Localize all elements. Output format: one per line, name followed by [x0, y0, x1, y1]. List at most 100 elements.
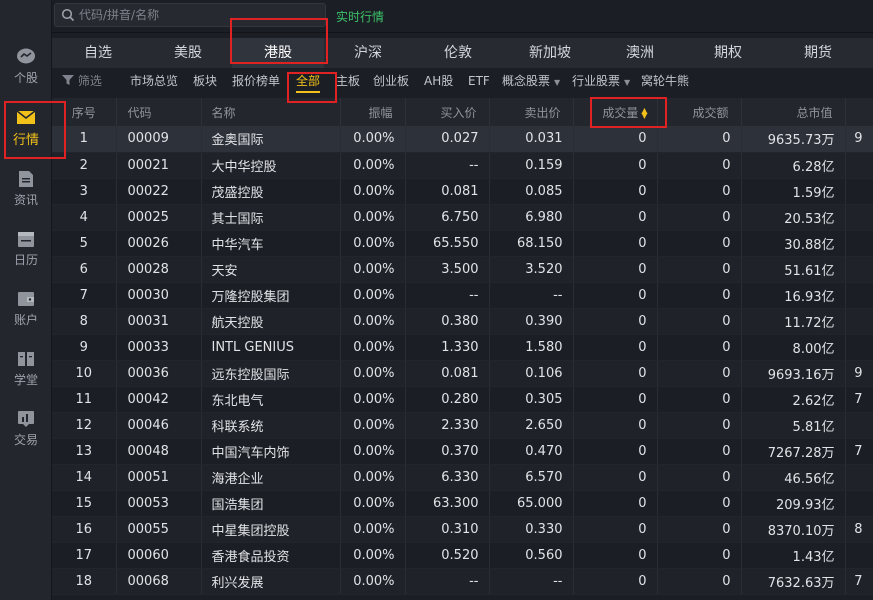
- sidebar-item-market[interactable]: 行情: [0, 106, 52, 162]
- search-input[interactable]: [79, 6, 319, 24]
- table-row[interactable]: 15 00053 国浩集团 0.00% 63.300 65.000 0 0 209.93亿: [52, 490, 873, 517]
- cell-market-cap: 8.00亿: [741, 334, 846, 361]
- table-row[interactable]: 8 00031 航天控股 0.00% 0.380 0.390 0 0 11.72亿: [52, 308, 873, 335]
- cell-index: 18: [52, 568, 117, 595]
- sidebar-item-calendar[interactable]: 日历: [0, 228, 52, 284]
- col-header-code[interactable]: 代码: [116, 98, 202, 126]
- cell-amplitude: 0.00%: [340, 568, 406, 595]
- sidebar-item-news[interactable]: 资讯: [0, 168, 52, 224]
- cell-name: 香港食品投资: [201, 542, 341, 569]
- sidebar-item-label: 个股: [13, 71, 38, 85]
- sidebar-item-learn[interactable]: 学堂: [0, 348, 52, 404]
- chat-bubble-icon: [17, 48, 35, 64]
- sidebar-item-trade[interactable]: 交易: [0, 408, 52, 464]
- cell-amplitude: 0.00%: [340, 282, 406, 309]
- sidebar-item-account[interactable]: 账户: [0, 288, 52, 344]
- table-row[interactable]: 6 00028 天安 0.00% 3.500 3.520 0 0 51.61亿: [52, 256, 873, 283]
- cell-bid: 0.081: [405, 178, 490, 205]
- table-row[interactable]: 9 00033 INTL GENIUS 0.00% 1.330 1.580 0 0 8.00亿: [52, 334, 873, 361]
- cell-code: 00033: [116, 334, 202, 361]
- cell-amplitude: 0.00%: [340, 256, 406, 283]
- col-header-volume[interactable]: 成交量 ▲ ▼: [573, 98, 658, 126]
- cell-market-cap: 9635.73万: [741, 126, 846, 153]
- cell-name: 天安: [201, 256, 341, 283]
- cell-ask: 0.106: [489, 360, 574, 387]
- cell-name: 万隆控股集团: [201, 282, 341, 309]
- cell-volume: 0: [573, 568, 658, 595]
- cell-name: 中华汽车: [201, 230, 341, 257]
- table-row[interactable]: 10 00036 远东控股国际 0.00% 0.081 0.106 0 0 9693.16万 9: [52, 360, 873, 387]
- cell-volume: 0: [573, 542, 658, 569]
- cell-market-cap: 7267.28万: [741, 438, 846, 465]
- cell-bid: 0.027: [405, 126, 490, 153]
- cell-code: 00046: [116, 412, 202, 439]
- tab-options[interactable]: 期权: [684, 38, 772, 68]
- col-header-index[interactable]: 序号: [52, 98, 117, 126]
- cell-bid: 0.280: [405, 386, 490, 413]
- tab-australia[interactable]: 澳洲: [596, 38, 684, 68]
- tab-sh-sz[interactable]: 沪深: [324, 38, 412, 68]
- col-header-market-cap[interactable]: 总市值: [741, 98, 846, 126]
- table-row[interactable]: 12 00046 科联系统 0.00% 2.330 2.650 0 0 5.81亿: [52, 412, 873, 439]
- cell-index: 4: [52, 204, 117, 231]
- subtab-main-board[interactable]: 主板: [336, 68, 360, 96]
- cell-market-cap: 20.53亿: [741, 204, 846, 231]
- tab-singapore[interactable]: 新加坡: [504, 38, 596, 68]
- subtab-ah-shares[interactable]: AH股: [424, 68, 453, 96]
- tab-us-stocks[interactable]: 美股: [144, 38, 232, 68]
- table-row[interactable]: 7 00030 万隆控股集团 0.00% -- -- 0 0 16.93亿: [52, 282, 873, 309]
- subtab-industry-stocks[interactable]: 行业股票 ▼: [572, 68, 630, 96]
- table-row[interactable]: 17 00060 香港食品投资 0.00% 0.520 0.560 0 0 1.43亿: [52, 542, 873, 569]
- col-header-ask[interactable]: 卖出价: [489, 98, 574, 126]
- cell-amplitude: 0.00%: [340, 204, 406, 231]
- cell-index: 5: [52, 230, 117, 257]
- tab-hk-stocks[interactable]: 港股: [232, 38, 324, 68]
- filter-button[interactable]: 筛选: [62, 68, 102, 96]
- subtab-etf[interactable]: ETF: [468, 68, 490, 96]
- cell-name: 茂盛控股: [201, 178, 341, 205]
- table-row[interactable]: 16 00055 中星集团控股 0.00% 0.310 0.330 0 0 8370.10万 8: [52, 516, 873, 543]
- subtab-gem[interactable]: 创业板: [373, 68, 409, 96]
- subtab-market-overview[interactable]: 市场总览: [130, 68, 178, 96]
- cell-bid: 0.370: [405, 438, 490, 465]
- cell-name: 金奥国际: [201, 126, 341, 153]
- table-row[interactable]: 18 00068 利兴发展 0.00% -- -- 0 0 7632.63万 7: [52, 568, 873, 595]
- cell-market-cap: 11.72亿: [741, 308, 846, 335]
- subtab-concept-stocks[interactable]: 概念股票 ▼: [502, 68, 560, 96]
- col-header-name[interactable]: 名称: [201, 98, 341, 126]
- subtab-all[interactable]: 全部: [296, 68, 321, 96]
- cell-ask: 0.330: [489, 516, 574, 543]
- cell-turnover: 0: [657, 308, 742, 335]
- tab-futures[interactable]: 期货: [772, 38, 864, 68]
- cell-code: 00051: [116, 464, 202, 491]
- sidebar-item-stock[interactable]: 个股: [0, 46, 52, 102]
- table-row[interactable]: 1 00009 金奥国际 0.00% 0.027 0.031 0 0 9635.73万 9: [52, 126, 873, 153]
- cell-index: 6: [52, 256, 117, 283]
- col-header-bid[interactable]: 买入价: [405, 98, 490, 126]
- table-row[interactable]: 4 00025 其士国际 0.00% 6.750 6.980 0 0 20.53亿: [52, 204, 873, 231]
- cell-ask: 2.650: [489, 412, 574, 439]
- subtab-sectors[interactable]: 板块: [193, 68, 217, 96]
- cell-turnover: 0: [657, 542, 742, 569]
- subtab-rankings[interactable]: 报价榜单: [232, 68, 280, 96]
- table-row[interactable]: 11 00042 东北电气 0.00% 0.280 0.305 0 0 2.62亿 7: [52, 386, 873, 413]
- cell-turnover: 0: [657, 490, 742, 517]
- col-header-amplitude[interactable]: 振幅: [340, 98, 406, 126]
- cell-bid: 3.500: [405, 256, 490, 283]
- table-row[interactable]: 13 00048 中国汽车内饰 0.00% 0.370 0.470 0 0 7267.28万 7: [52, 438, 873, 465]
- cell-index: 15: [52, 490, 117, 517]
- cell-overflow: 7: [845, 568, 873, 595]
- cell-bid: 6.330: [405, 464, 490, 491]
- subtab-warrants-cbbc[interactable]: 窝轮牛熊: [641, 68, 689, 96]
- tab-watchlist[interactable]: 自选: [52, 38, 144, 68]
- subtab-label: 概念股票: [502, 74, 551, 88]
- table-row[interactable]: 2 00021 大中华控股 0.00% -- 0.159 0 0 6.28亿: [52, 152, 873, 179]
- table-row[interactable]: 3 00022 茂盛控股 0.00% 0.081 0.085 0 0 1.59亿: [52, 178, 873, 205]
- tab-london[interactable]: 伦敦: [412, 38, 504, 68]
- table-row[interactable]: 14 00051 海港企业 0.00% 6.330 6.570 0 0 46.56亿: [52, 464, 873, 491]
- table-row[interactable]: 5 00026 中华汽车 0.00% 65.550 68.150 0 0 30.88亿: [52, 230, 873, 257]
- col-header-turnover[interactable]: 成交额: [657, 98, 742, 126]
- cell-bid: 63.300: [405, 490, 490, 517]
- col-header-label: 成交量: [602, 105, 639, 120]
- search-box[interactable]: [54, 3, 326, 27]
